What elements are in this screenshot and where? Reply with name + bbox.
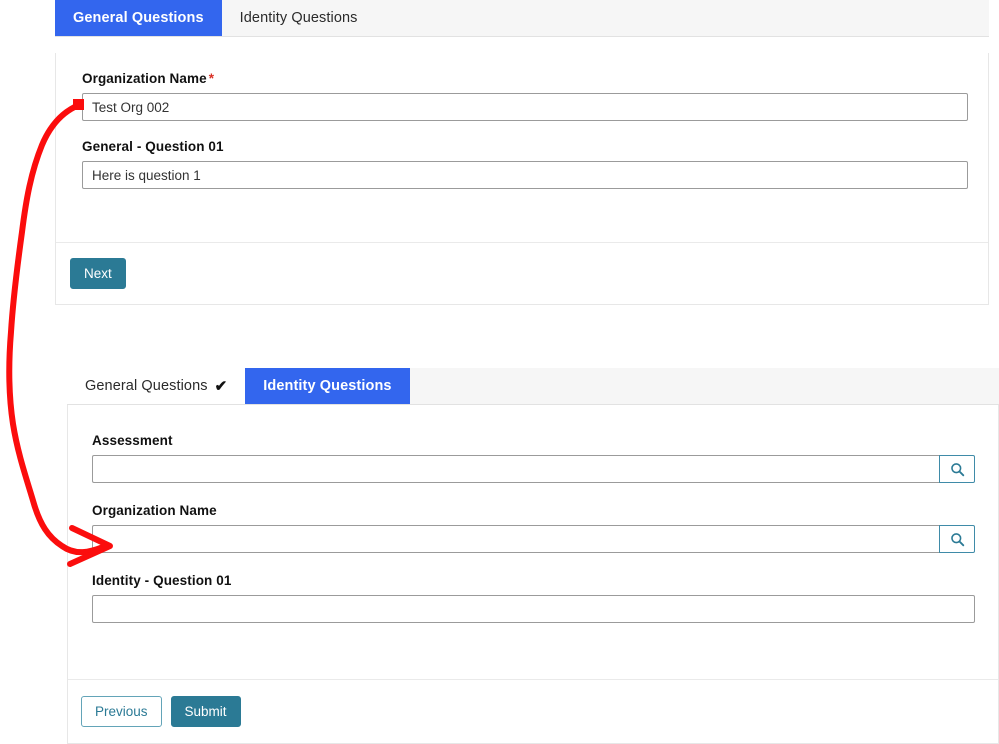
page-root: General Questions Identity Questions Org… — [0, 0, 999, 744]
panel-general-questions: Organization Name* General - Question 01… — [55, 53, 989, 305]
checkmark-icon: ✔ — [214, 377, 228, 395]
field-identity-question-01: Identity - Question 01 — [92, 573, 975, 623]
submit-button[interactable]: Submit — [170, 695, 241, 728]
field-label-general-question-01: General - Question 01 — [82, 139, 968, 154]
tab-general-questions[interactable]: General Questions — [55, 0, 222, 36]
tab-label: General Questions — [73, 10, 204, 26]
panel-identity-questions: Assessment Organization Name Identity - … — [67, 405, 999, 744]
search-icon — [950, 532, 965, 547]
tab-label: General Questions — [85, 378, 208, 394]
previous-button[interactable]: Previous — [81, 695, 162, 728]
assessment-search-button[interactable] — [939, 455, 975, 483]
tab-label: Identity Questions — [239, 10, 358, 26]
label-text: Organization Name — [92, 503, 217, 518]
input-group-assessment — [92, 455, 975, 483]
label-text: Assessment — [92, 433, 173, 448]
input-identity-question-01[interactable] — [92, 595, 975, 623]
tab-identity-questions[interactable]: Identity Questions — [222, 0, 376, 36]
field-general-question-01: General - Question 01 — [82, 139, 968, 189]
field-label-identity-question-01: Identity - Question 01 — [92, 573, 975, 588]
field-label-assessment: Assessment — [92, 433, 975, 448]
field-organization-name-general: Organization Name * — [82, 71, 968, 121]
field-assessment: Assessment — [92, 433, 975, 483]
tab-general-questions-completed[interactable]: General Questions ✔ — [67, 368, 246, 404]
field-label-organization-name-identity: Organization Name — [92, 503, 975, 518]
organization-name-search-button[interactable] — [939, 525, 975, 553]
panel-footer-identity: Previous Submit — [68, 679, 998, 743]
required-asterisk: * — [208, 71, 215, 86]
tabbar-step-identity: General Questions ✔ Identity Questions — [67, 368, 999, 405]
label-text: General - Question 01 — [82, 139, 224, 154]
panel-body-identity: Assessment Organization Name Identity - … — [68, 405, 998, 679]
panel-footer-general: Next — [56, 242, 988, 304]
tab-identity-questions-active[interactable]: Identity Questions — [245, 368, 410, 404]
field-organization-name-identity: Organization Name — [92, 503, 975, 553]
search-icon — [950, 462, 965, 477]
input-assessment[interactable] — [92, 455, 939, 483]
tabbar-step-general: General Questions Identity Questions — [55, 0, 989, 37]
tab-label: Identity Questions — [263, 378, 392, 394]
field-label-organization-name: Organization Name * — [82, 71, 968, 86]
input-organization-name-general[interactable] — [82, 93, 968, 121]
next-button[interactable]: Next — [70, 257, 126, 290]
input-group-organization-name — [92, 525, 975, 553]
label-text: Organization Name — [82, 71, 207, 86]
input-general-question-01[interactable] — [82, 161, 968, 189]
label-text: Identity - Question 01 — [92, 573, 232, 588]
panel-body-general: Organization Name* General - Question 01 — [56, 53, 988, 242]
input-organization-name-identity[interactable] — [92, 525, 939, 553]
